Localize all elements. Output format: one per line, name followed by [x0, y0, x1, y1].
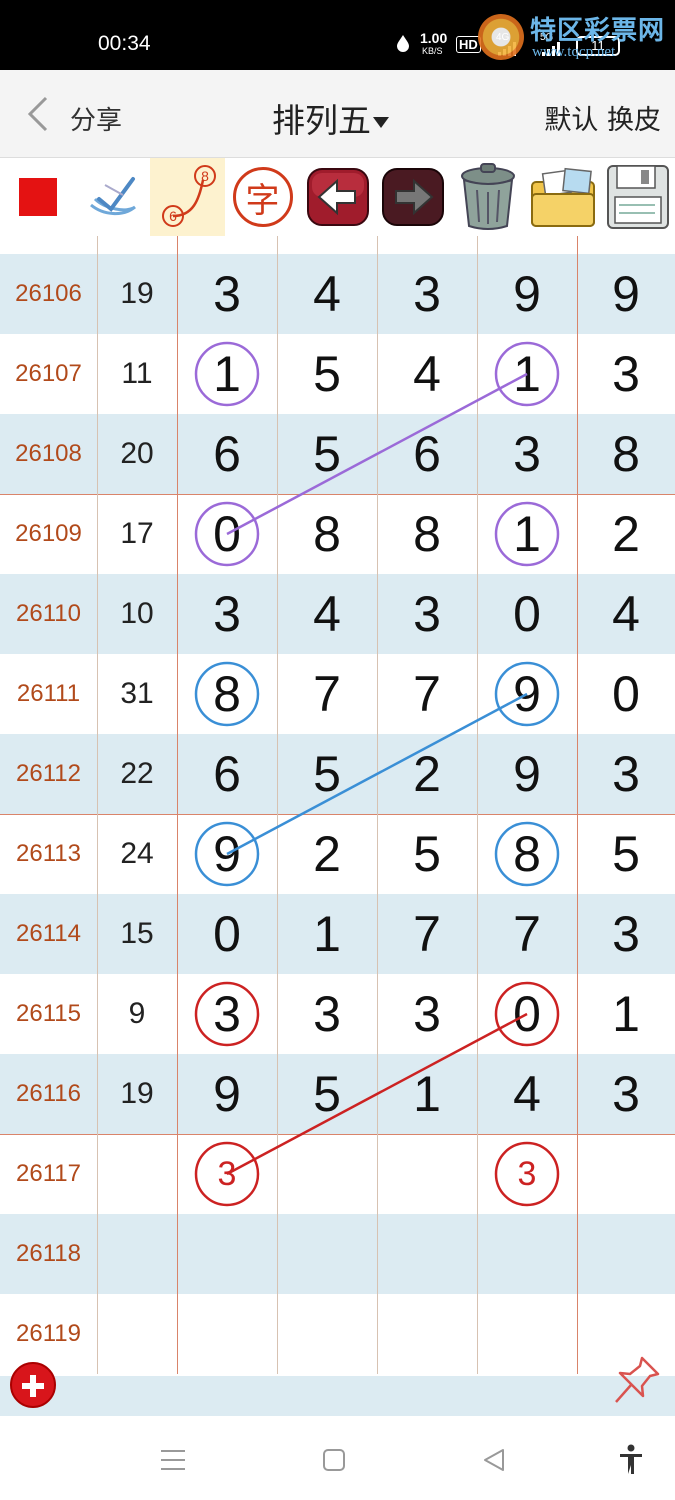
- menu-icon[interactable]: [160, 1448, 186, 1472]
- digit-ring: [494, 1141, 560, 1207]
- digit-ring: [494, 501, 560, 567]
- digit-ring: [194, 341, 260, 407]
- link-lines-overlay: [194, 341, 560, 1207]
- pin-icon[interactable]: [612, 1354, 662, 1412]
- link-line: [226, 372, 528, 536]
- add-button[interactable]: [10, 1362, 56, 1408]
- accessibility-icon[interactable]: [618, 1444, 644, 1476]
- system-nav-bar: [0, 1416, 675, 1500]
- home-icon[interactable]: [322, 1448, 346, 1472]
- link-line: [226, 1012, 528, 1176]
- back-icon[interactable]: [482, 1448, 506, 1472]
- digit-ring: [194, 981, 260, 1047]
- link-line: [226, 692, 528, 856]
- digit-ring: [194, 661, 260, 727]
- digit-ring: [494, 821, 560, 887]
